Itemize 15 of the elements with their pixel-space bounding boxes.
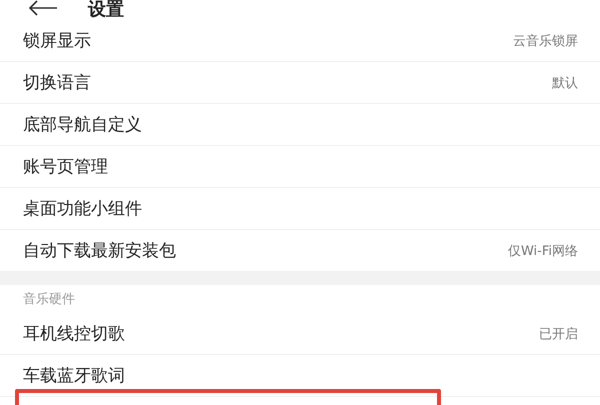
row-label: 切换语言 (23, 72, 91, 94)
row-label: 锁屏显示 (23, 30, 91, 52)
row-value: 已开启 (539, 326, 578, 342)
row-label: 桌面功能小组件 (23, 198, 142, 220)
row-label: 车载蓝牙歌词 (23, 365, 125, 387)
row-value: 仅Wi-Fi网络 (508, 242, 578, 260)
row-value: 云音乐锁屏 (513, 32, 578, 50)
row-label: 自动下载最新安装包 (23, 240, 176, 262)
section-title: 音乐硬件 (23, 291, 75, 308)
row-label: 账号页管理 (23, 156, 108, 178)
row-label: 耳机线控切歌 (23, 323, 125, 345)
row-label: 底部导航自定义 (23, 114, 142, 136)
row-value: 默认 (552, 74, 578, 92)
page-title: 设置 (88, 0, 124, 20)
back-icon[interactable] (28, 0, 58, 16)
